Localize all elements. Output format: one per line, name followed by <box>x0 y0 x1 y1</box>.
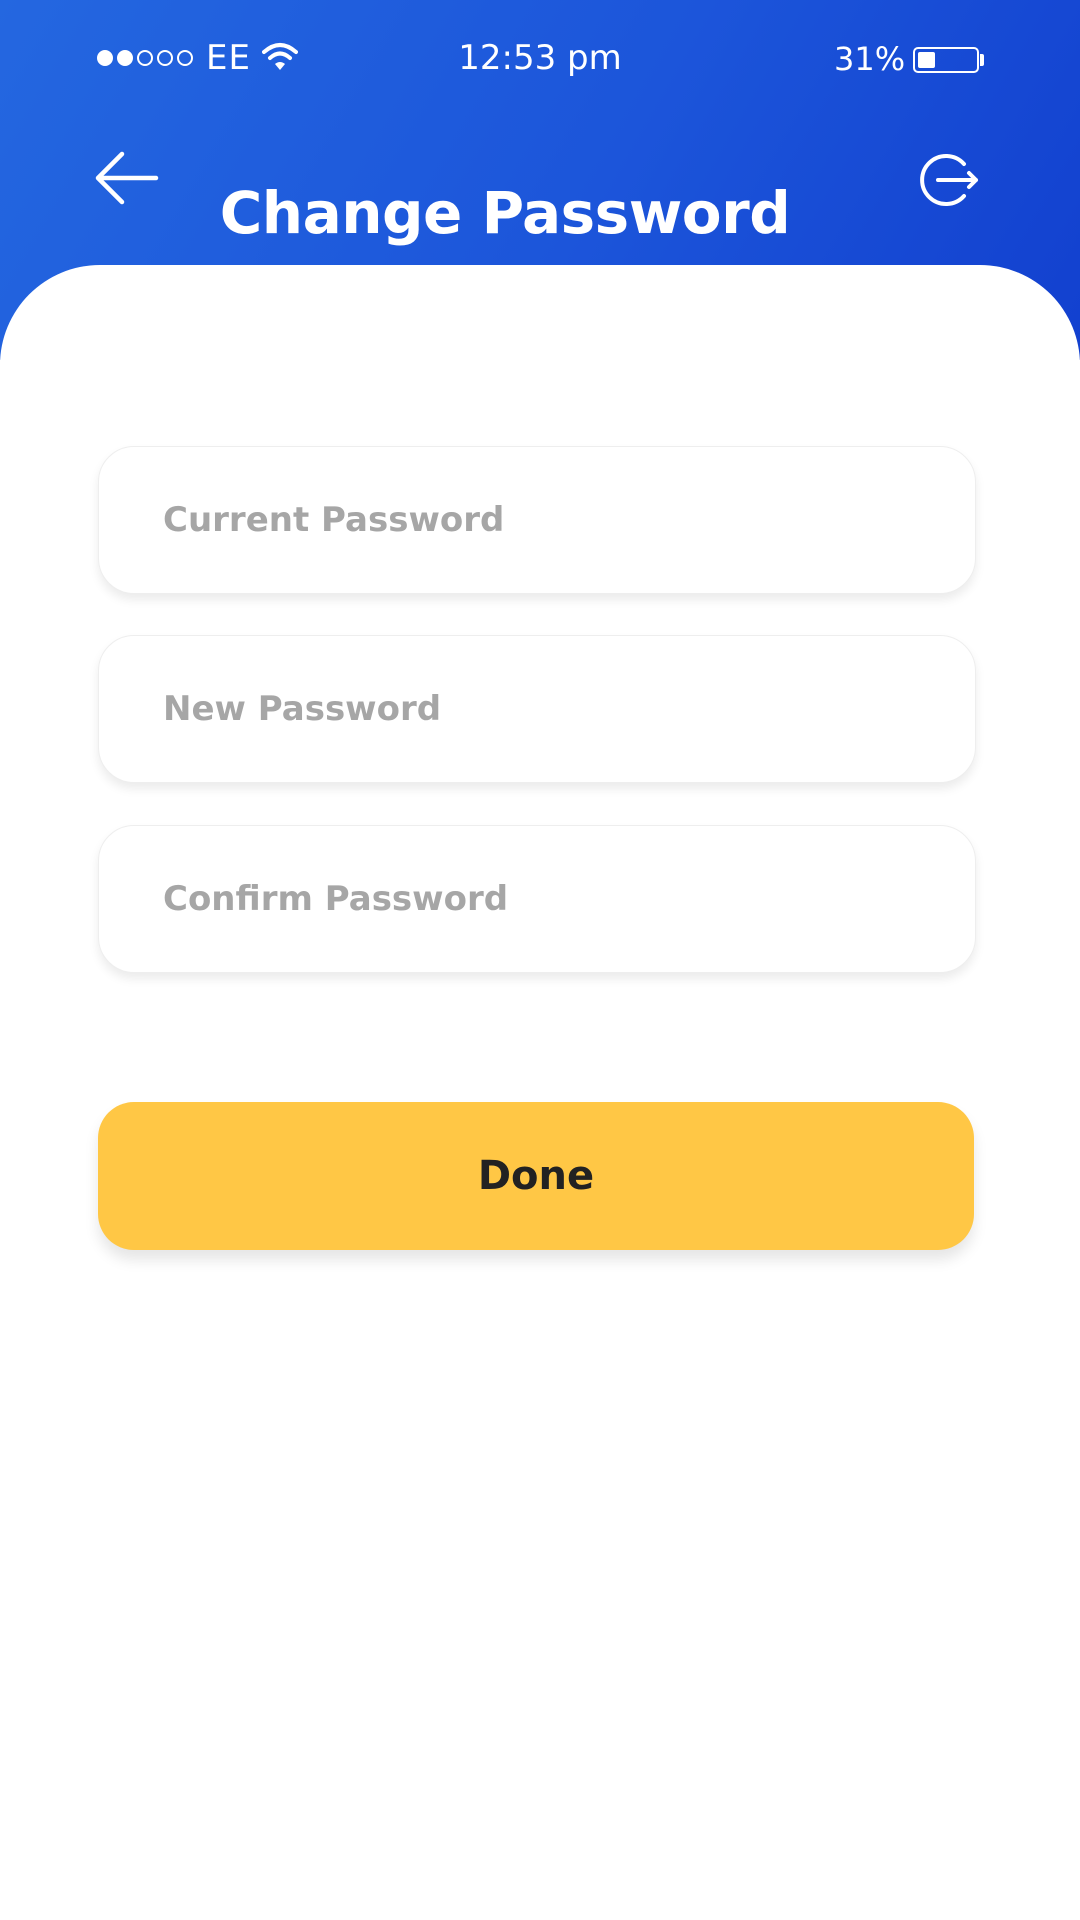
battery-icon <box>913 47 979 73</box>
status-bar: EE 12:53 pm 31% <box>0 0 1080 120</box>
current-password-field[interactable] <box>98 446 976 594</box>
logout-icon[interactable] <box>916 150 984 210</box>
confirm-password-field[interactable] <box>98 825 976 973</box>
page-title: Change Password <box>219 178 791 247</box>
current-password-input[interactable] <box>99 447 975 593</box>
confirm-password-input[interactable] <box>99 826 975 972</box>
new-password-input[interactable] <box>99 636 975 782</box>
battery-cap <box>980 54 984 66</box>
done-button[interactable]: Done <box>98 1102 974 1250</box>
new-password-field[interactable] <box>98 635 976 783</box>
battery-level-fill <box>918 52 935 68</box>
battery-percent: 31% <box>834 40 906 78</box>
